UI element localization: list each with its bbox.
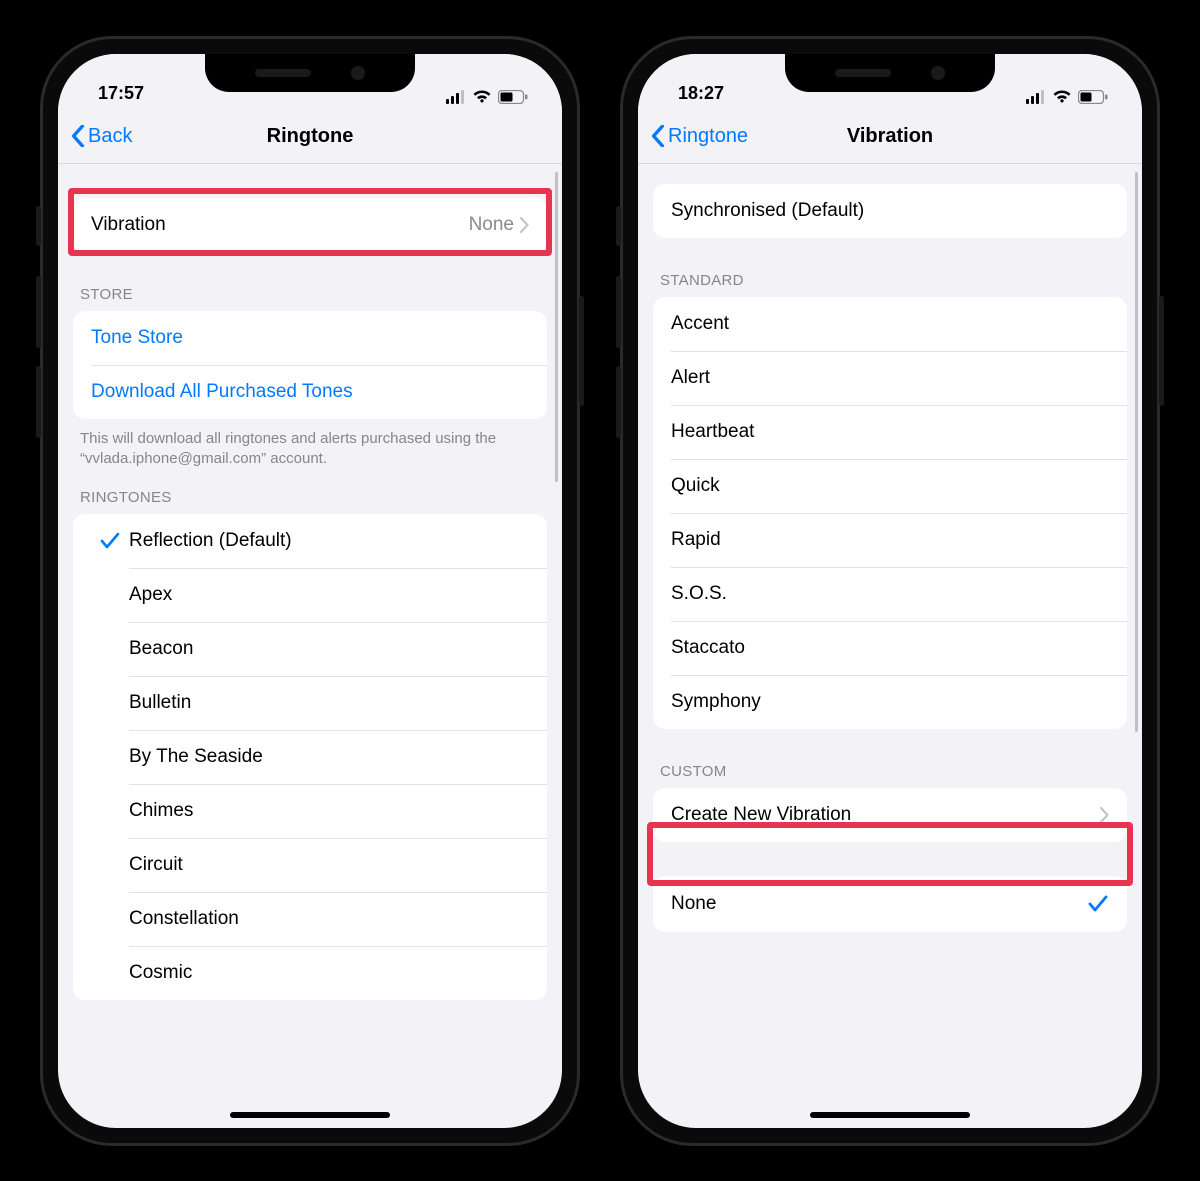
cellular-icon (446, 90, 466, 104)
vibration-row[interactable]: Vibration None (73, 198, 547, 252)
tone-store-label: Tone Store (91, 327, 529, 349)
ringtone-label: Circuit (129, 854, 529, 876)
chevron-right-icon (520, 217, 529, 233)
vibration-section: Vibration None (73, 198, 547, 252)
ringtone-label: Apex (129, 584, 529, 606)
custom-header: CUSTOM (638, 763, 1142, 788)
tone-store-row[interactable]: Tone Store (73, 311, 547, 365)
vibration-item-row[interactable]: Accent (653, 297, 1127, 351)
vibration-item-label: S.O.S. (671, 583, 1109, 605)
ringtone-row[interactable]: Circuit (73, 838, 547, 892)
nav-bar: Ringtone Vibration (638, 110, 1142, 164)
back-button[interactable]: Back (58, 125, 132, 148)
back-label: Ringtone (668, 125, 748, 148)
checkmark-icon (91, 532, 129, 550)
battery-icon (1078, 90, 1108, 104)
ringtone-label: By The Seaside (129, 746, 529, 768)
phone-left: 17:57 Back Ringtone Vibration None (40, 36, 580, 1146)
create-vibration-label: Create New Vibration (671, 804, 1100, 826)
vibration-item-row[interactable]: Staccato (653, 621, 1127, 675)
ringtone-row[interactable]: Reflection (Default) (73, 514, 547, 568)
download-tones-label: Download All Purchased Tones (91, 381, 529, 403)
ringtone-row[interactable]: Cosmic (73, 946, 547, 1000)
chevron-left-icon (70, 125, 86, 147)
none-row[interactable]: None (653, 876, 1127, 932)
store-header: STORE (58, 286, 562, 311)
battery-icon (498, 90, 528, 104)
phone-right: 18:27 Ringtone Vibration Synchronised (D… (620, 36, 1160, 1146)
vibration-item-label: Heartbeat (671, 421, 1109, 443)
vibration-item-label: Staccato (671, 637, 1109, 659)
wifi-icon (1052, 90, 1072, 104)
standard-header: STANDARD (638, 272, 1142, 297)
nav-bar: Back Ringtone (58, 110, 562, 164)
content: Synchronised (Default) STANDARD Accent A… (638, 164, 1142, 1128)
store-list: Tone Store Download All Purchased Tones (73, 311, 547, 419)
vibration-item-row[interactable]: S.O.S. (653, 567, 1127, 621)
vibration-item-label: Quick (671, 475, 1109, 497)
back-label: Back (88, 125, 132, 148)
none-label: None (671, 893, 1087, 915)
store-footer: This will download all ringtones and ale… (58, 419, 562, 470)
vibration-label: Vibration (91, 214, 469, 236)
ringtone-label: Cosmic (129, 962, 529, 984)
status-time: 18:27 (678, 83, 724, 104)
nav-title: Ringtone (58, 125, 562, 148)
ringtones-header: RINGTONES (58, 489, 562, 514)
vibration-item-label: Symphony (671, 691, 1109, 713)
none-section: None (653, 876, 1127, 932)
ringtone-label: Chimes (129, 800, 529, 822)
vibration-item-label: Alert (671, 367, 1109, 389)
wifi-icon (472, 90, 492, 104)
chevron-right-icon (1100, 807, 1109, 823)
home-indicator[interactable] (230, 1112, 390, 1118)
vibration-item-row[interactable]: Heartbeat (653, 405, 1127, 459)
custom-list: Create New Vibration (653, 788, 1127, 842)
vibration-item-label: Rapid (671, 529, 1109, 551)
create-vibration-row[interactable]: Create New Vibration (653, 788, 1127, 842)
back-button[interactable]: Ringtone (638, 125, 748, 148)
scrollbar[interactable] (555, 172, 558, 482)
chevron-left-icon (650, 125, 666, 147)
vibration-item-row[interactable]: Rapid (653, 513, 1127, 567)
status-indicators (1026, 90, 1108, 104)
sync-section: Synchronised (Default) (653, 184, 1127, 238)
status-indicators (446, 90, 528, 104)
content: Vibration None STORE Tone Store Download… (58, 164, 562, 1128)
ringtone-row[interactable]: Apex (73, 568, 547, 622)
ringtone-row[interactable]: By The Seaside (73, 730, 547, 784)
ringtone-label: Reflection (Default) (129, 530, 529, 552)
scrollbar[interactable] (1135, 172, 1138, 732)
status-time: 17:57 (98, 83, 144, 104)
ringtone-row[interactable]: Beacon (73, 622, 547, 676)
ringtone-label: Constellation (129, 908, 529, 930)
vibration-value: None (469, 214, 520, 236)
vibration-item-row[interactable]: Quick (653, 459, 1127, 513)
ringtone-label: Beacon (129, 638, 529, 660)
ringtone-row[interactable]: Bulletin (73, 676, 547, 730)
synchronised-row[interactable]: Synchronised (Default) (653, 184, 1127, 238)
standard-list: Accent Alert Heartbeat Quick Rapid S.O.S… (653, 297, 1127, 729)
cellular-icon (1026, 90, 1046, 104)
ringtone-row[interactable]: Constellation (73, 892, 547, 946)
synchronised-label: Synchronised (Default) (671, 200, 1109, 222)
ringtone-label: Bulletin (129, 692, 529, 714)
home-indicator[interactable] (810, 1112, 970, 1118)
vibration-item-row[interactable]: Symphony (653, 675, 1127, 729)
vibration-item-row[interactable]: Alert (653, 351, 1127, 405)
ringtones-list: Reflection (Default) Apex Beacon Bulleti… (73, 514, 547, 1000)
ringtone-row[interactable]: Chimes (73, 784, 547, 838)
download-tones-row[interactable]: Download All Purchased Tones (73, 365, 547, 419)
vibration-item-label: Accent (671, 313, 1109, 335)
checkmark-icon (1087, 895, 1109, 913)
